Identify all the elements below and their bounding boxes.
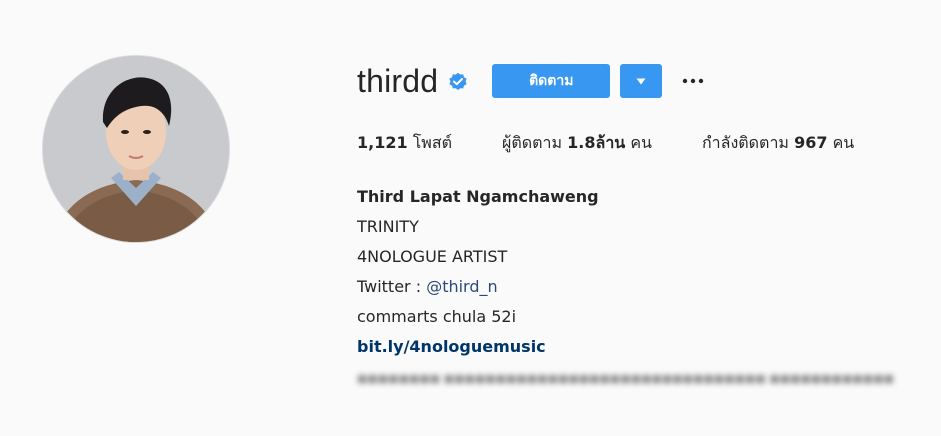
bio-line-1: TRINITY <box>357 217 419 236</box>
followers-unit: คน <box>630 133 652 152</box>
bio-line-4: commarts chula 52i <box>357 307 517 326</box>
suggestions-dropdown-button[interactable] <box>620 64 663 98</box>
following-label: กำลังติดตาม <box>701 133 789 152</box>
profile-info: thirdd ติดตาม 1,121 โพสต์ ผู้ติดตาม 1.8ล… <box>357 60 911 385</box>
profile-stats: 1,121 โพสต์ ผู้ติดตาม 1.8ล้าน คน กำลังติ… <box>357 130 904 156</box>
username: thirdd <box>357 63 439 99</box>
profile-bio: Third Lapat Ngamchaweng TRINITY 4NOLOGUE… <box>357 182 599 362</box>
bio-line-twitter: Twitter : @third_n <box>357 272 599 302</box>
followers-count: 1.8ล้าน <box>567 133 626 152</box>
verified-badge-icon <box>449 72 467 90</box>
profile-avatar[interactable] <box>43 56 229 242</box>
follow-button[interactable]: ติดตาม <box>492 64 611 98</box>
followers-label: ผู้ติดตาม <box>502 133 563 152</box>
twitter-prefix: Twitter : <box>357 277 427 296</box>
full-name: Third Lapat Ngamchaweng <box>357 187 599 206</box>
avatar-image <box>43 56 229 242</box>
following-unit: คน <box>832 133 855 152</box>
posts-label: โพสต์ <box>412 133 452 152</box>
caret-down-icon <box>636 78 646 84</box>
bio-line-2: 4NOLOGUE ARTIST <box>357 247 508 266</box>
posts-stat: 1,121 โพสต์ <box>357 130 452 156</box>
more-options-button[interactable] <box>682 64 704 98</box>
followed-by-blurred: ■■■■■■■■ ■■■■■■■■■■■■■■■■■■■■■■■■■■■■■■■… <box>357 372 895 385</box>
following-stat[interactable]: กำลังติดตาม 967 คน <box>702 130 854 156</box>
posts-count: 1,121 <box>357 133 408 152</box>
bio-website-link[interactable]: bit.ly/4nologuemusic <box>357 332 599 362</box>
following-count: 967 <box>794 133 828 152</box>
profile-header: thirdd ติดตาม <box>357 60 911 102</box>
more-options-icon <box>683 78 704 84</box>
followers-stat[interactable]: ผู้ติดตาม 1.8ล้าน คน <box>502 130 652 156</box>
twitter-handle-link[interactable]: @third_n <box>426 277 497 296</box>
